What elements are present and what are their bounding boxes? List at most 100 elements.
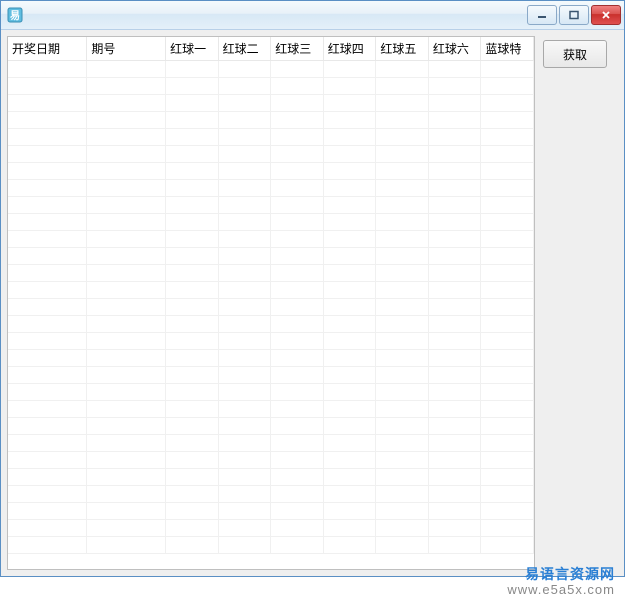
table-cell: [166, 112, 219, 129]
table-row[interactable]: [8, 95, 534, 112]
table-cell: [481, 112, 534, 129]
col-red-5[interactable]: 红球五: [376, 37, 429, 61]
table-cell: [166, 265, 219, 282]
table-cell: [166, 435, 219, 452]
col-red-4[interactable]: 红球四: [323, 37, 376, 61]
table-row[interactable]: [8, 265, 534, 282]
titlebar[interactable]: 易: [1, 1, 624, 30]
table-cell: [87, 197, 166, 214]
table-cell: [428, 520, 481, 537]
table-cell: [218, 163, 271, 180]
table-row[interactable]: [8, 78, 534, 95]
table-cell: [481, 197, 534, 214]
table-cell: [376, 367, 429, 384]
table-row[interactable]: [8, 163, 534, 180]
table-cell: [166, 214, 219, 231]
table-cell: [323, 78, 376, 95]
table-cell: [323, 265, 376, 282]
table-cell: [428, 129, 481, 146]
table-cell: [323, 384, 376, 401]
table-cell: [166, 299, 219, 316]
table-row[interactable]: [8, 316, 534, 333]
table-row[interactable]: [8, 146, 534, 163]
table-cell: [481, 333, 534, 350]
table-row[interactable]: [8, 282, 534, 299]
table-cell: [481, 384, 534, 401]
table-row[interactable]: [8, 248, 534, 265]
table-row[interactable]: [8, 197, 534, 214]
table-cell: [166, 78, 219, 95]
col-blue-special[interactable]: 蓝球特: [481, 37, 534, 61]
col-red-1[interactable]: 红球一: [166, 37, 219, 61]
table-row[interactable]: [8, 180, 534, 197]
table-row[interactable]: [8, 418, 534, 435]
table-header-row: 开奖日期 期号 红球一 红球二 红球三 红球四 红球五 红球六 蓝球特: [8, 37, 534, 61]
table-cell: [323, 435, 376, 452]
table-cell: [218, 282, 271, 299]
table-cell: [376, 248, 429, 265]
col-red-3[interactable]: 红球三: [271, 37, 324, 61]
table-row[interactable]: [8, 469, 534, 486]
results-table-container[interactable]: 开奖日期 期号 红球一 红球二 红球三 红球四 红球五 红球六 蓝球特: [7, 36, 535, 570]
table-cell: [218, 180, 271, 197]
table-row[interactable]: [8, 486, 534, 503]
table-cell: [218, 333, 271, 350]
table-cell: [8, 248, 87, 265]
table-cell: [166, 163, 219, 180]
table-cell: [8, 282, 87, 299]
table-row[interactable]: [8, 452, 534, 469]
table-cell: [8, 537, 87, 554]
table-cell: [323, 248, 376, 265]
table-cell: [87, 384, 166, 401]
table-cell: [218, 401, 271, 418]
table-cell: [218, 367, 271, 384]
table-row[interactable]: [8, 435, 534, 452]
table-row[interactable]: [8, 61, 534, 78]
maximize-button[interactable]: [559, 5, 589, 25]
table-row[interactable]: [8, 384, 534, 401]
close-button[interactable]: [591, 5, 621, 25]
table-cell: [8, 333, 87, 350]
table-cell: [376, 197, 429, 214]
table-cell: [218, 214, 271, 231]
table-cell: [8, 129, 87, 146]
col-issue[interactable]: 期号: [87, 37, 166, 61]
table-cell: [481, 214, 534, 231]
fetch-button[interactable]: 获取: [543, 40, 607, 68]
table-cell: [271, 452, 324, 469]
table-row[interactable]: [8, 214, 534, 231]
table-row[interactable]: [8, 520, 534, 537]
minimize-button[interactable]: [527, 5, 557, 25]
table-cell: [428, 231, 481, 248]
table-row[interactable]: [8, 503, 534, 520]
table-cell: [166, 282, 219, 299]
table-row[interactable]: [8, 537, 534, 554]
table-cell: [8, 452, 87, 469]
table-row[interactable]: [8, 333, 534, 350]
table-row[interactable]: [8, 112, 534, 129]
table-cell: [87, 112, 166, 129]
col-red-2[interactable]: 红球二: [218, 37, 271, 61]
table-row[interactable]: [8, 299, 534, 316]
col-draw-date[interactable]: 开奖日期: [8, 37, 87, 61]
table-row[interactable]: [8, 401, 534, 418]
table-cell: [376, 316, 429, 333]
table-cell: [87, 333, 166, 350]
table-cell: [8, 180, 87, 197]
table-cell: [8, 350, 87, 367]
table-cell: [481, 146, 534, 163]
table-cell: [87, 367, 166, 384]
table-cell: [87, 163, 166, 180]
table-row[interactable]: [8, 367, 534, 384]
table-cell: [271, 214, 324, 231]
table-cell: [376, 537, 429, 554]
table-cell: [218, 486, 271, 503]
table-cell: [376, 503, 429, 520]
table-cell: [481, 316, 534, 333]
table-cell: [271, 486, 324, 503]
table-row[interactable]: [8, 129, 534, 146]
table-row[interactable]: [8, 231, 534, 248]
col-red-6[interactable]: 红球六: [428, 37, 481, 61]
table-cell: [271, 146, 324, 163]
table-row[interactable]: [8, 350, 534, 367]
